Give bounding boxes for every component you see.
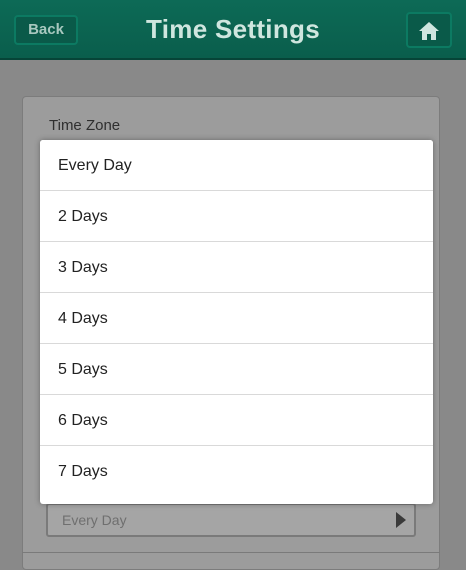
home-button[interactable] xyxy=(406,12,452,48)
page-title: Time Settings xyxy=(146,14,320,44)
options-popup: Every Day 2 Days 3 Days 4 Days 5 Days 6 … xyxy=(40,140,433,504)
arrow-right-icon xyxy=(396,512,406,528)
home-icon xyxy=(419,22,439,40)
divider xyxy=(22,552,440,553)
option-7-days[interactable]: 7 Days xyxy=(40,446,433,498)
option-4-days[interactable]: 4 Days xyxy=(40,293,433,344)
option-5-days[interactable]: 5 Days xyxy=(40,344,433,395)
app-root: Back Time Settings Time Zone Every Day E… xyxy=(0,0,466,570)
header-bar: Back Time Settings xyxy=(0,0,466,60)
frequency-select-value: Every Day xyxy=(62,512,127,528)
option-3-days[interactable]: 3 Days xyxy=(40,242,433,293)
option-6-days[interactable]: 6 Days xyxy=(40,395,433,446)
frequency-select[interactable]: Every Day xyxy=(46,503,416,537)
option-2-days[interactable]: 2 Days xyxy=(40,191,433,242)
option-every-day[interactable]: Every Day xyxy=(40,140,433,191)
time-zone-label: Time Zone xyxy=(49,117,121,134)
